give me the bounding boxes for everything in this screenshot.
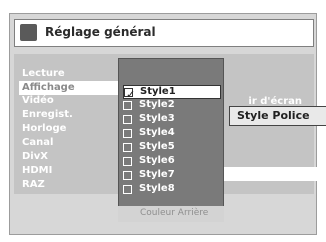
menu-item-canal[interactable]: Canal — [22, 137, 53, 148]
footer-text: Couleur Arrière — [140, 208, 209, 218]
option-label: Style3 — [139, 113, 175, 124]
option-label: Style5 — [139, 141, 175, 152]
option-label: Style7 — [139, 169, 175, 180]
submenu-highlight — [214, 167, 324, 181]
popup-title-bar: Style Police — [229, 106, 326, 126]
wrench-icon — [20, 24, 37, 41]
option-label: Style2 — [139, 99, 175, 110]
tv-settings-screen: Réglage général Lecture Affichage Vidéo … — [0, 0, 326, 242]
right-arrow-icon[interactable] — [314, 167, 324, 181]
menu-item-affichage[interactable]: Affichage — [19, 81, 123, 95]
menu-item-divx[interactable]: DivX — [22, 151, 48, 162]
option-style8[interactable]: Style8 — [123, 183, 221, 197]
option-label: Style4 — [139, 127, 175, 138]
popup-title: Style Police — [237, 109, 310, 122]
settings-panel: Réglage général Lecture Affichage Vidéo … — [9, 13, 326, 235]
option-style6[interactable]: Style6 — [123, 155, 221, 169]
title-bar: Réglage général — [14, 19, 314, 47]
menu-item-lecture[interactable]: Lecture — [22, 68, 65, 79]
menu-item-raz[interactable]: RAZ — [22, 179, 45, 190]
checkbox[interactable]: ✓ — [124, 88, 135, 101]
option-style5[interactable]: Style5 — [123, 141, 221, 155]
page-title: Réglage général — [45, 25, 156, 39]
checkbox[interactable] — [123, 129, 132, 138]
checkbox[interactable] — [123, 115, 132, 124]
checkbox[interactable] — [123, 157, 132, 166]
checkbox[interactable] — [123, 171, 132, 180]
option-style2[interactable]: Style2 — [123, 99, 221, 113]
menu-item-enregist[interactable]: Enregist. — [22, 109, 73, 120]
menu-item-horloge[interactable]: Horloge — [22, 123, 66, 134]
option-style4[interactable]: Style4 — [123, 127, 221, 141]
checkbox[interactable] — [123, 101, 132, 110]
option-style3[interactable]: Style3 — [123, 113, 221, 127]
checkbox[interactable] — [123, 185, 132, 194]
checkbox[interactable] — [123, 143, 132, 152]
font-style-popup: Style Police ✓ Style1 Style2 Style3 Styl… — [118, 58, 326, 208]
option-label: Style8 — [139, 183, 175, 194]
option-style1[interactable]: ✓ Style1 — [123, 85, 221, 101]
menu-item-hdmi[interactable]: HDMI — [22, 165, 52, 176]
popup-footer: Couleur Arrière — [118, 206, 224, 222]
option-style7[interactable]: Style7 — [123, 169, 221, 183]
option-label: Style1 — [140, 86, 176, 97]
menu-item-video[interactable]: Vidéo — [22, 95, 54, 106]
option-label: Style6 — [139, 155, 175, 166]
